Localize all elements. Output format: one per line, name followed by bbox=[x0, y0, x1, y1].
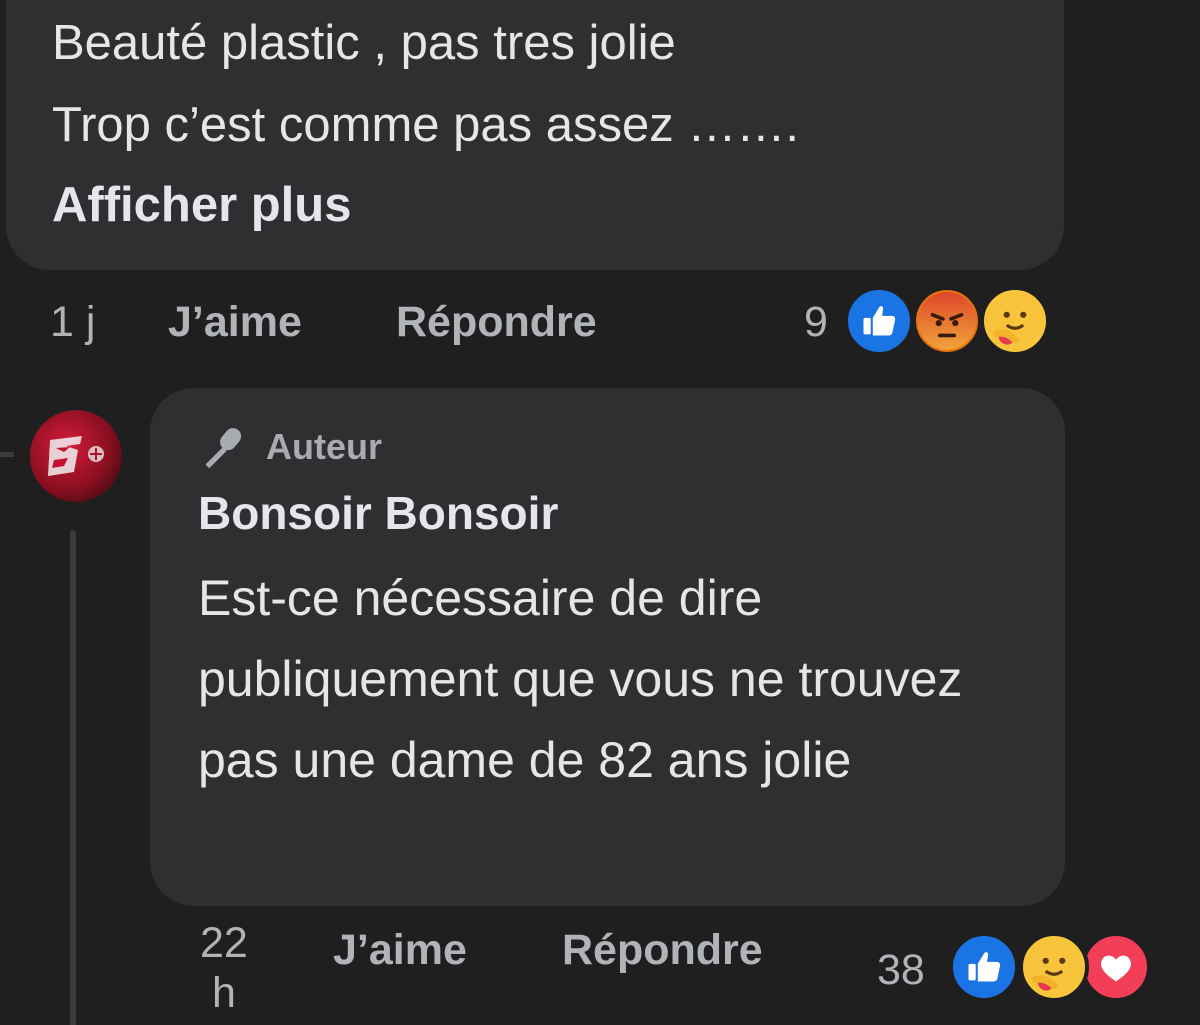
reply-timestamp-line: h bbox=[212, 969, 236, 1017]
like-icon bbox=[844, 286, 914, 356]
comment-actions: 1 j J’aime Répondre bbox=[0, 298, 800, 354]
comment-body: Beauté plastic , pas tres jolie Trop c’e… bbox=[52, 2, 799, 244]
reply-button[interactable]: Répondre bbox=[396, 298, 597, 347]
comment-text-line: Beauté plastic , pas tres jolie bbox=[52, 16, 676, 70]
reaction-count: 9 bbox=[804, 298, 828, 346]
badge-label: Auteur bbox=[266, 426, 382, 467]
reply-button[interactable]: Répondre bbox=[562, 926, 763, 975]
comment-text-line: Trop c’est comme pas assez ……. bbox=[52, 98, 800, 152]
like-icon bbox=[949, 932, 1019, 1002]
care-icon bbox=[980, 286, 1050, 356]
reply-timestamp[interactable]: 22 h bbox=[200, 918, 248, 1018]
reaction-count: 38 bbox=[877, 946, 925, 994]
reaction-summary[interactable]: 38 bbox=[875, 930, 1165, 1006]
reply-timestamp-line: 22 bbox=[200, 919, 248, 967]
angry-icon bbox=[912, 286, 982, 356]
care-icon bbox=[1019, 932, 1089, 1002]
like-button[interactable]: J’aime bbox=[168, 298, 302, 347]
author-name[interactable]: Bonsoir Bonsoir bbox=[198, 486, 558, 540]
avatar[interactable] bbox=[30, 410, 122, 502]
reaction-summary[interactable]: 9 bbox=[800, 282, 1060, 358]
reply-bubble: Auteur Bonsoir Bonsoir Est-ce nécessaire… bbox=[150, 388, 1065, 906]
comment-timestamp[interactable]: 1 j bbox=[50, 298, 95, 347]
see-more-link[interactable]: Afficher plus bbox=[52, 166, 799, 244]
comment-thread: Beauté plastic , pas tres jolie Trop c’e… bbox=[0, 0, 1200, 1025]
reply-text: Est-ce nécessaire de dire publiquement q… bbox=[198, 570, 963, 788]
author-badge: Auteur bbox=[198, 422, 382, 472]
reply-actions: 22 h J’aime Répondre bbox=[0, 918, 860, 1025]
like-button[interactable]: J’aime bbox=[333, 926, 467, 975]
microphone-icon bbox=[205, 428, 242, 469]
thread-connector bbox=[0, 452, 14, 457]
love-icon bbox=[1081, 932, 1151, 1002]
